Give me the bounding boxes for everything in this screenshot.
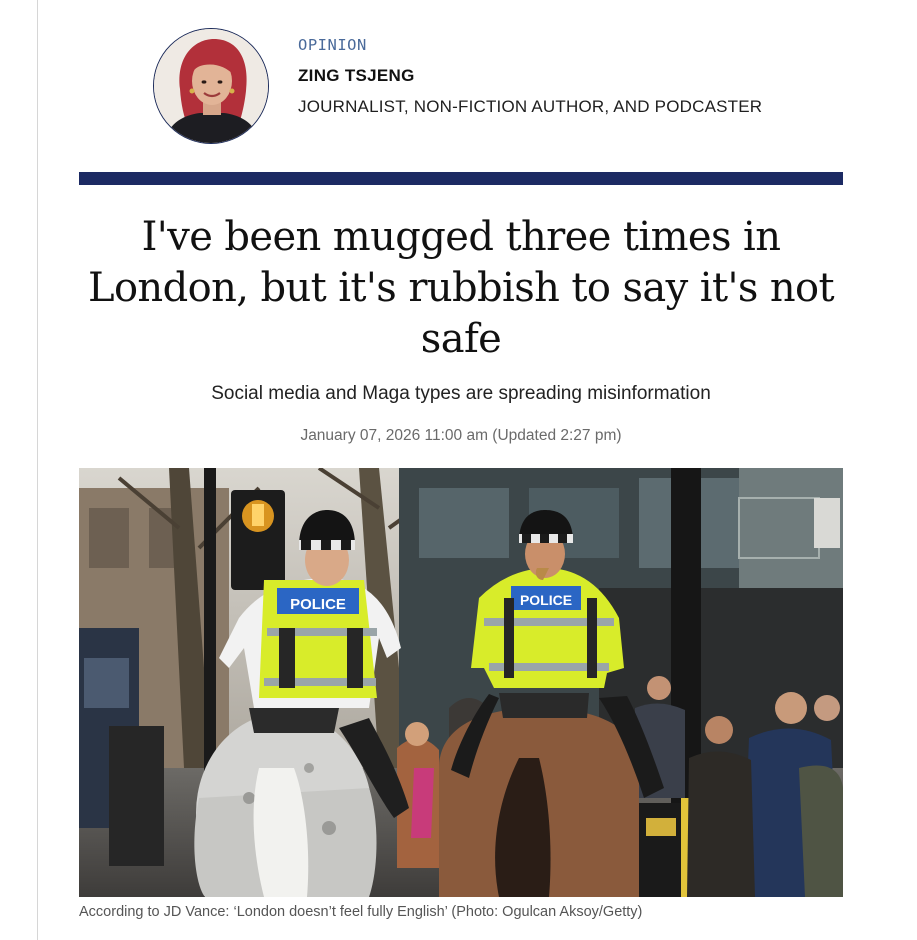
author-portrait-graphic: [154, 29, 268, 143]
page-left-border: [37, 0, 38, 940]
author-role: JOURNALIST, NON-FICTION AUTHOR, AND PODC…: [298, 97, 763, 116]
headline-line: London, but it's rubbish to say it's not: [87, 265, 835, 311]
vest-police-text: POLICE: [520, 592, 572, 608]
author-name-link[interactable]: ZING TSJENG: [298, 66, 415, 86]
author-avatar[interactable]: [153, 28, 269, 144]
article-standfirst: Social media and Maga types are spreadin…: [211, 383, 711, 404]
article-headline: I've been mugged three times in London, …: [79, 212, 843, 365]
headline-line: I've been mugged three times in: [141, 214, 781, 260]
mounted-police-photo: POLICE POLICE: [79, 468, 843, 897]
vest-police-text: POLICE: [290, 596, 346, 613]
section-divider: [79, 172, 843, 185]
headline-line: safe: [420, 316, 502, 362]
hero-image[interactable]: POLICE POLICE: [79, 468, 843, 897]
section-label[interactable]: OPINION: [298, 36, 367, 54]
image-caption: According to JD Vance: ‘London doesn’t f…: [79, 904, 643, 920]
article-dateline: January 07, 2026 11:00 am (Updated 2:27 …: [300, 427, 622, 444]
